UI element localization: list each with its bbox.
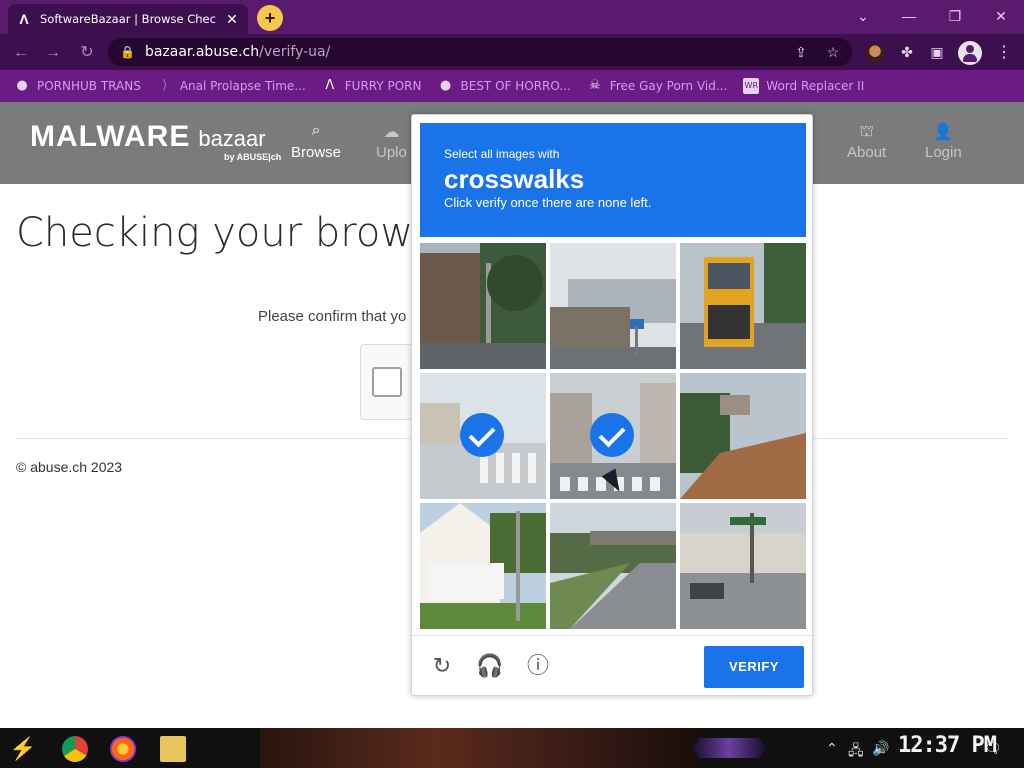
bookmark-item[interactable]: ● BEST OF HORRO... [438,78,571,94]
forward-icon[interactable]: → [42,42,64,64]
taskbar-decoration [260,728,700,768]
captcha-select-text: Select all images with [444,147,560,161]
captcha-image-grid [420,243,806,629]
bookmark-label: BEST OF HORRO... [460,79,571,93]
captcha-prompt: Select all images with crosswalks Click … [420,123,806,237]
selected-check-icon [590,413,634,457]
bookmark-label: PORNHUB TRANS [37,79,141,93]
restore-button[interactable]: ❐ [940,5,970,27]
bookmark-label: Free Gay Porn Vid... [609,79,728,93]
profile-icon[interactable] [958,41,982,65]
nav-label: About [847,144,887,161]
captcha-tile-8[interactable] [550,503,676,629]
human-checkbox[interactable] [372,367,402,397]
globe-icon: ● [16,78,28,93]
page-title: Checking your browser [16,210,475,256]
bookmark-item[interactable]: Λ FURRY PORN [322,78,422,94]
info-icon[interactable]: ⓘ [524,652,552,680]
logo-sub: bazaar [198,126,266,151]
browser-tab[interactable]: Λ SoftwareBazaar | Browse Chec ✕ [8,4,248,34]
extensions-puzzle-icon[interactable]: ✤ [896,41,918,63]
bookmark-label: Anal Prolapse Time... [179,79,306,93]
bookmarks-bar: ● PORNHUB TRANS ⟩ Anal Prolapse Time... … [0,70,1024,102]
footer-copyright: © abuse.ch 2023 [16,459,123,475]
lock-icon: 🔒 [120,45,135,59]
extension-avatar-icon[interactable] [866,44,884,62]
logo-main: MALWARE [30,120,191,153]
bookmark-item[interactable]: ⟩ Anal Prolapse Time... [157,78,306,94]
network-icon[interactable]: 🖧 [848,740,864,764]
close-window-button[interactable]: ✕ [986,5,1016,27]
nav-label: Login [925,144,962,161]
tab-search-icon[interactable]: ⌄ [848,5,878,27]
notification-icon[interactable]: 🗨 [984,740,1002,757]
wr-icon: WR [743,78,760,94]
refresh-icon[interactable]: ↻ [428,652,456,680]
verify-button[interactable]: VERIFY [704,646,804,688]
abuse-ch-icon: Λ [19,11,29,27]
close-tab-icon[interactable]: ✕ [224,11,240,28]
tray-overflow-icon[interactable]: ⌃ [826,740,838,757]
share-icon[interactable]: ⇪ [792,43,810,61]
captcha-tile-7[interactable] [420,503,546,629]
taskbar-ornament [692,738,766,758]
captcha-tile-9[interactable] [680,503,806,629]
bookmark-label: FURRY PORN [344,79,422,93]
bookmark-item[interactable]: ● PORNHUB TRANS [14,78,141,94]
captcha-tile-3[interactable] [680,243,806,369]
new-tab-button[interactable]: + [257,5,283,31]
skull-icon: ☠ [588,78,601,93]
nav-login[interactable]: 👤 Login [925,122,962,161]
url-host: bazaar.abuse.ch [144,44,260,60]
bracket-icon: ⟩ [162,78,168,93]
back-icon[interactable]: ← [10,42,32,64]
reload-icon[interactable]: ↻ [76,42,98,64]
bookmark-label: Word Replacer II [766,79,865,93]
chrome-taskbar-icon[interactable] [62,736,88,762]
audio-challenge-icon[interactable]: 🎧 [476,652,504,680]
address-bar[interactable]: 🔒 bazaar.abuse.ch/verify-ua/ [108,38,852,66]
selected-check-icon [460,413,504,457]
file-explorer-taskbar-icon[interactable] [160,736,186,762]
nav-upload[interactable]: ☁ Uplo [376,122,407,161]
nav-about[interactable]: ⛫ About [847,122,886,161]
captcha-footer: ↻ 🎧 ⓘ VERIFY [412,635,812,695]
nav-browse[interactable]: ⌕ Browse [291,122,341,161]
bookmark-item[interactable]: WR Word Replacer II [743,78,864,94]
captcha-target: crosswalks [444,164,585,194]
url-path: /verify-ua/ [259,44,331,60]
captcha-tile-1[interactable] [420,243,546,369]
confirm-human-text: Please confirm that yo [258,308,407,325]
search-icon: ⌕ [311,122,321,139]
captcha-tile-6[interactable] [680,373,806,499]
abuse-ch-icon: Λ [325,78,335,93]
nav-label: Uplo [376,144,407,161]
firefox-taskbar-icon[interactable] [110,736,136,762]
upload-icon: ☁ [383,124,400,141]
globe-icon: ● [439,78,452,93]
bookmark-item[interactable]: ☠ Free Gay Porn Vid... [587,78,727,94]
user-icon: 👤 [933,124,954,141]
taskbar-clock[interactable]: 12:37 PM [898,733,997,758]
captcha-tile-4[interactable] [420,373,546,499]
start-icon[interactable]: ⚡ [8,735,38,763]
side-panel-icon[interactable]: ▣ [926,41,948,63]
menu-kebab-icon[interactable]: ⋮ [996,41,1012,65]
minimize-button[interactable]: — [894,5,924,27]
tab-title: SoftwareBazaar | Browse Chec [40,12,216,26]
building-icon: ⛫ [859,123,874,140]
site-logo[interactable]: MALWARE bazaar [30,120,266,154]
nav-label: Browse [291,144,342,161]
volume-icon[interactable]: 🔊 [872,740,889,757]
captcha-tile-2[interactable] [550,243,676,369]
captcha-challenge: Select all images with crosswalks Click … [411,114,813,696]
captcha-instruction: Click verify once there are none left. [444,195,652,210]
logo-by-abuse: by ABUSE|ch [224,152,282,162]
bookmark-star-icon[interactable]: ☆ [824,43,842,61]
